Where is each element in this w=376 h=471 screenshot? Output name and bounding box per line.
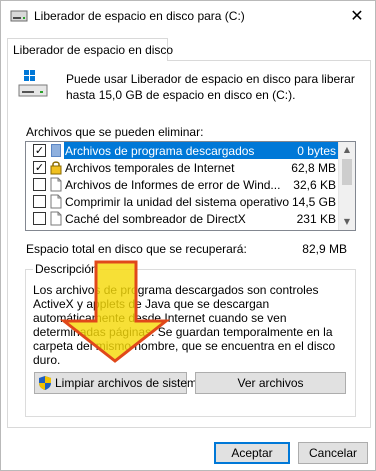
item-label: Archivos temporales de Internet xyxy=(65,161,235,175)
lock-icon xyxy=(49,160,63,175)
item-checkbox[interactable] xyxy=(33,195,46,208)
cleanup-button-label: Limpiar archivos de sistema xyxy=(55,376,204,390)
folder-icon xyxy=(49,143,63,158)
ok-button[interactable]: Aceptar xyxy=(214,442,290,464)
files-list[interactable]: ✓ Archivos de programa descargados 0 bytes… xyxy=(25,141,356,231)
file-icon xyxy=(49,211,63,226)
total-space-label: Espacio total en disco que se recuperará… xyxy=(26,242,247,256)
close-button[interactable]: ✕ xyxy=(345,5,369,27)
scroll-down-icon[interactable]: ▼ xyxy=(339,214,355,230)
item-label: Archivos de programa descargados xyxy=(65,144,255,158)
description-text: Los archivos de programa descargados son… xyxy=(33,283,336,367)
scroll-up-icon[interactable]: ▲ xyxy=(339,142,355,158)
title-bar: Liberador de espacio en disco para (C:) … xyxy=(1,1,375,32)
item-size: 32,6 KB xyxy=(293,178,336,192)
item-checkbox[interactable]: ✓ xyxy=(33,161,46,174)
item-label: Archivos de Informes de error de Wind... xyxy=(65,178,281,192)
list-item[interactable]: Caché del sombreador de DirectX 231 KB xyxy=(26,210,339,227)
file-icon xyxy=(49,194,63,209)
intro-text: Puede usar Liberador de espacio en disco… xyxy=(66,72,355,102)
hard-drive-icon xyxy=(18,70,48,97)
files-list-label: Archivos que se pueden eliminar: xyxy=(26,125,204,139)
description-title: Descripción xyxy=(33,262,100,276)
tab-disk-cleanup[interactable]: Liberador de espacio en disco xyxy=(7,38,173,61)
disk-cleanup-window: Liberador de espacio en disco para (C:) … xyxy=(0,0,376,471)
item-size: 62,8 MB xyxy=(291,161,336,175)
disk-cleanup-icon xyxy=(10,10,28,22)
file-icon xyxy=(49,177,63,192)
list-item[interactable]: Archivos de Informes de error de Wind...… xyxy=(26,176,339,193)
list-item[interactable]: Comprimir la unidad del sistema operativ… xyxy=(26,193,339,210)
cleanup-system-files-button[interactable]: Limpiar archivos de sistema xyxy=(34,372,204,394)
list-item[interactable]: ✓ Archivos de programa descargados 0 bytes xyxy=(26,142,339,159)
list-item[interactable]: ✓ Archivos temporales de Internet 62,8 MB xyxy=(26,159,339,176)
item-checkbox[interactable]: ✓ xyxy=(33,144,46,157)
view-files-button[interactable]: Ver archivos xyxy=(195,372,346,394)
scroll-thumb[interactable] xyxy=(342,159,352,185)
item-checkbox[interactable] xyxy=(33,212,46,225)
item-checkbox[interactable] xyxy=(33,178,46,191)
item-size: 14,5 GB xyxy=(291,195,336,209)
window-title: Liberador de espacio en disco para (C:) xyxy=(34,9,245,23)
uac-shield-icon xyxy=(39,376,51,390)
item-size: 0 bytes xyxy=(297,144,336,158)
item-label: Comprimir la unidad del sistema operativ… xyxy=(65,195,290,209)
list-scrollbar[interactable]: ▲ ▼ xyxy=(338,142,355,230)
cancel-button[interactable]: Cancelar xyxy=(298,442,368,464)
item-label: Caché del sombreador de DirectX xyxy=(65,212,246,226)
tab-label: Liberador de espacio en disco xyxy=(13,43,174,57)
total-space-value: 82,9 MB xyxy=(302,242,347,256)
item-size: 231 KB xyxy=(296,212,336,226)
